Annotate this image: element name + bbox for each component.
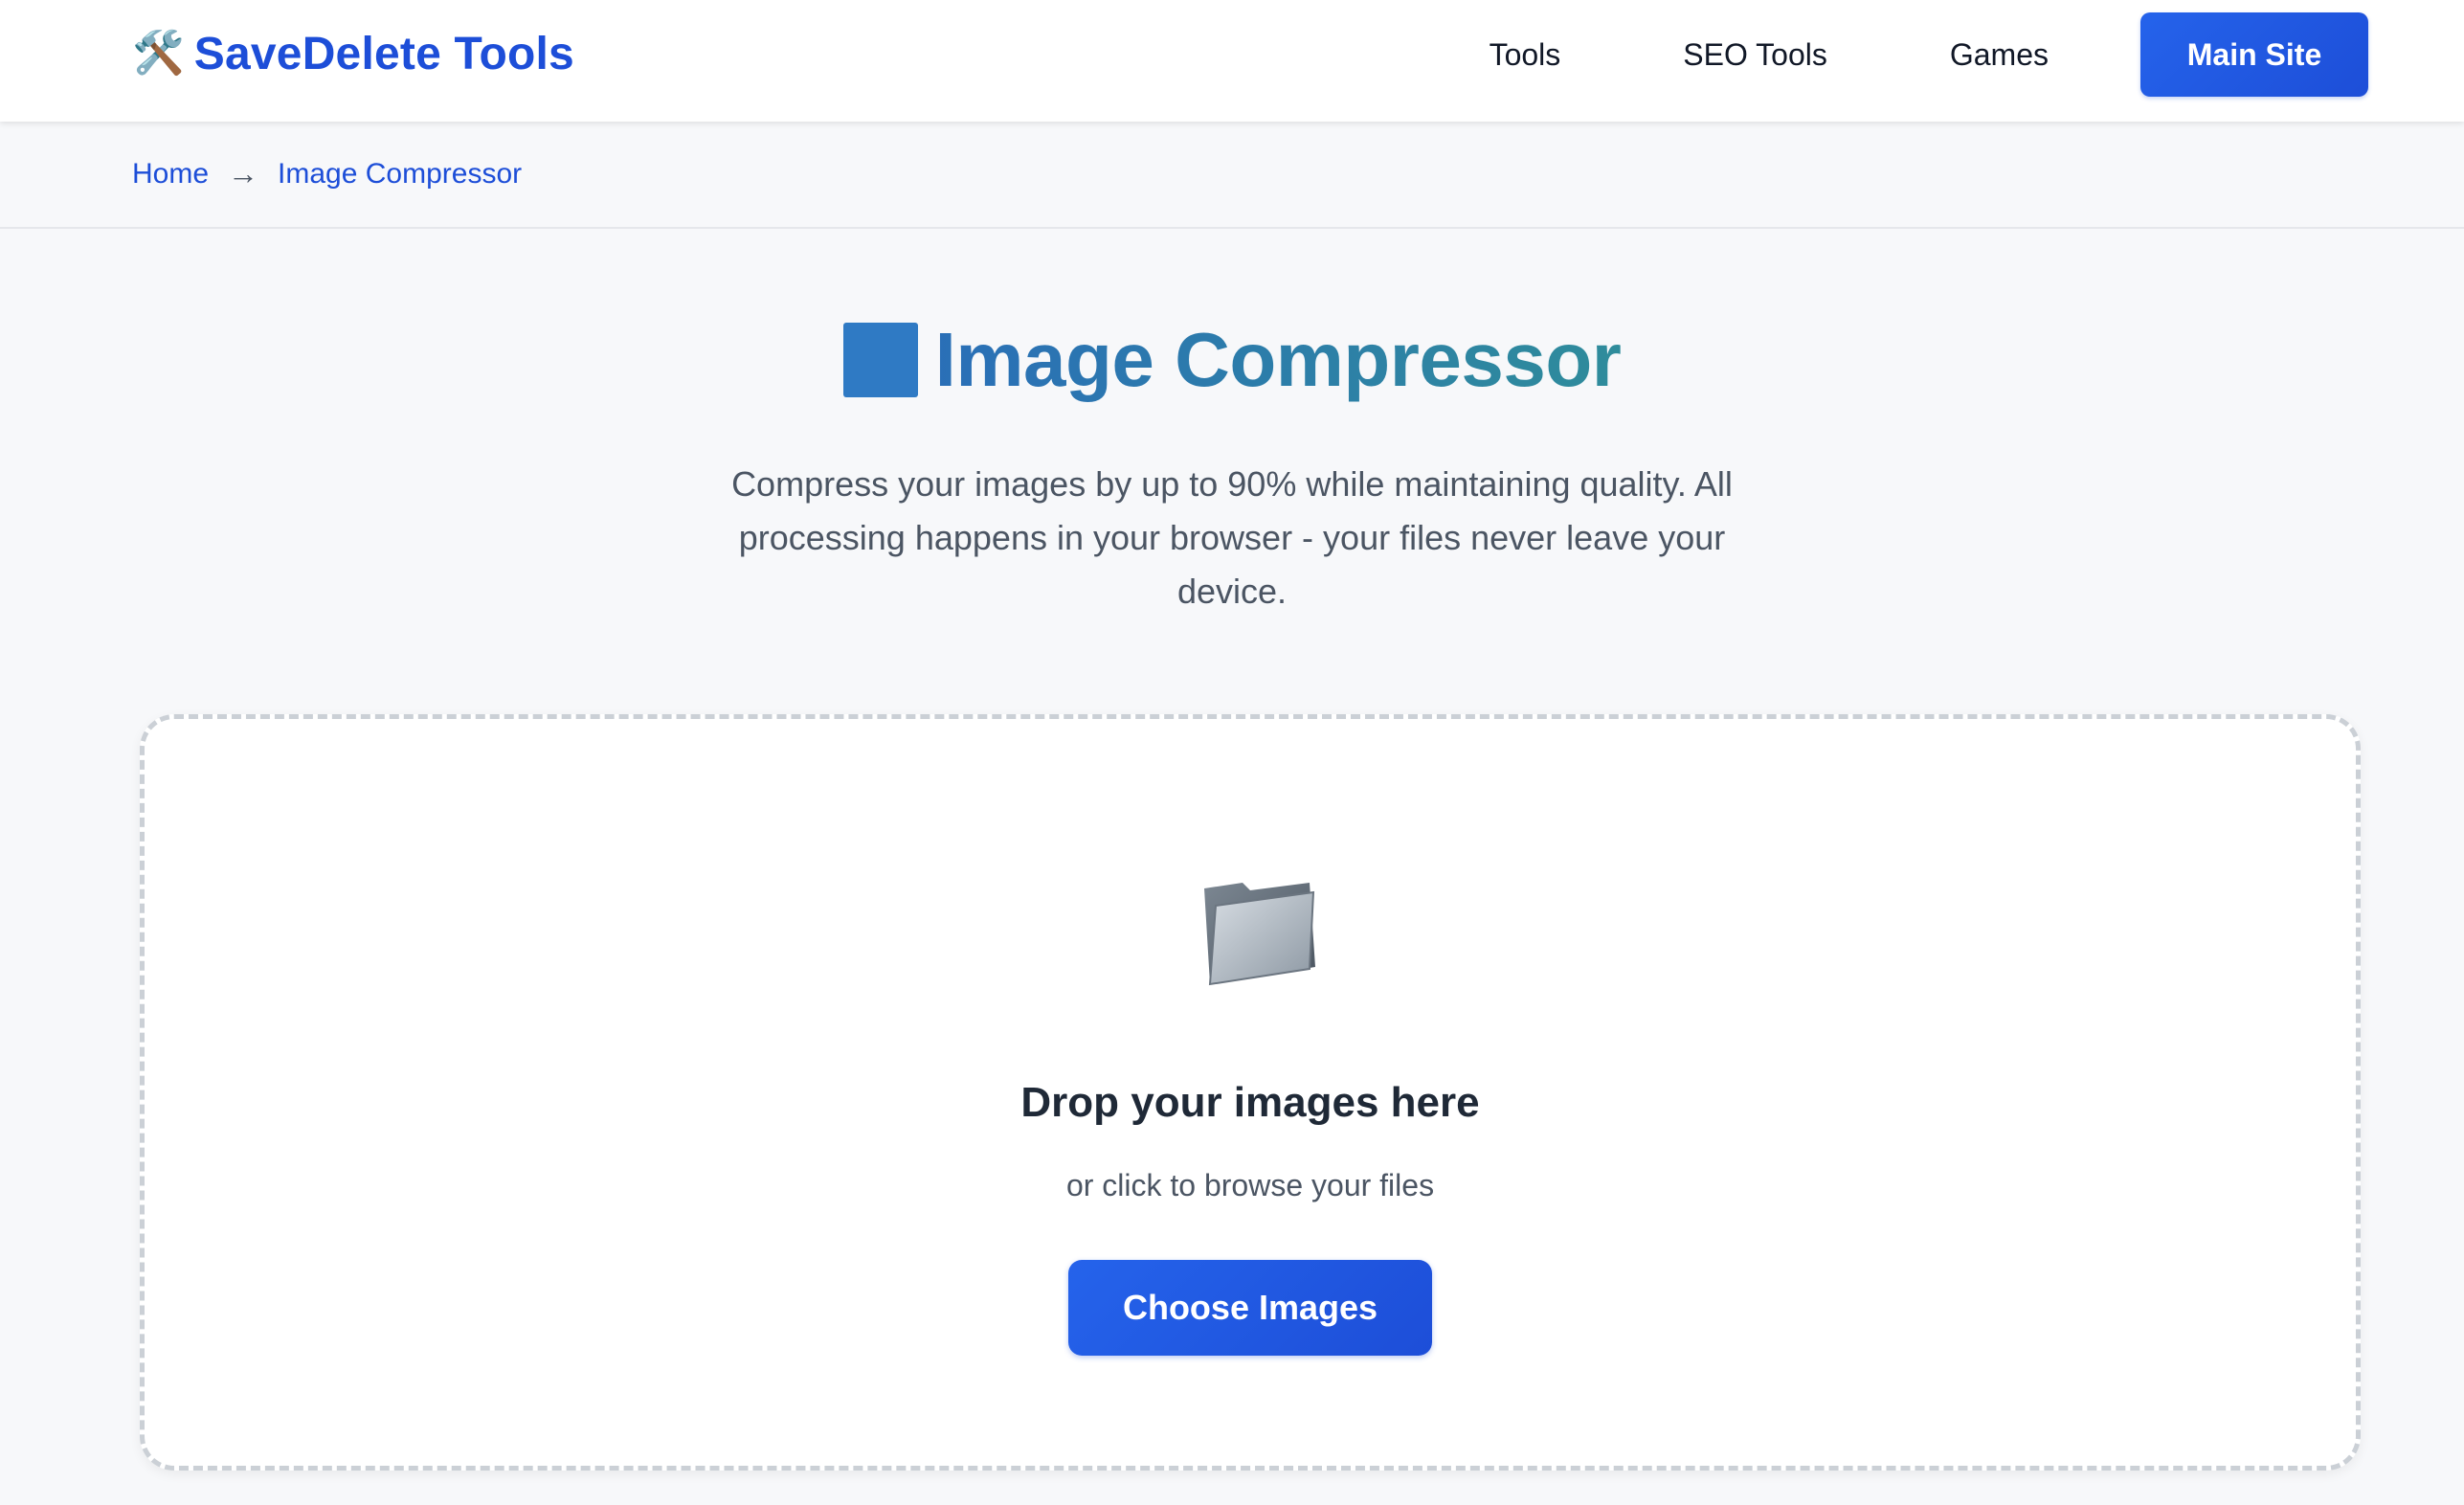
page-title-text: Image Compressor — [934, 317, 1622, 402]
breadcrumb-current: Image Compressor — [278, 157, 523, 190]
tools-icon: 🛠️ — [132, 30, 185, 77]
breadcrumb-home-link[interactable]: Home — [132, 158, 209, 191]
breadcrumb-arrow-icon: → — [228, 156, 259, 191]
nav-link-games[interactable]: Games — [1950, 37, 2049, 73]
breadcrumb-bar: Home → Image Compressor — [0, 122, 2464, 229]
main-site-button[interactable]: Main Site — [2140, 12, 2368, 97]
nav-link-tools[interactable]: Tools — [1490, 37, 1561, 73]
image-dropzone[interactable]: Drop your images here or click to browse… — [140, 714, 2361, 1471]
site-header: 🛠️ SaveDelete Tools Tools SEO Tools Game… — [0, 0, 2464, 122]
brand-logo-link[interactable]: 🛠️ SaveDelete Tools — [132, 24, 574, 83]
page-description: Compress your images by up to 90% while … — [731, 464, 1733, 611]
brand-name: SaveDelete Tools — [193, 28, 574, 79]
blue-square-icon — [842, 323, 918, 397]
choose-images-button[interactable]: Choose Images — [1068, 1260, 1432, 1356]
dropzone-title: Drop your images here — [1020, 1079, 1480, 1126]
page-title: Image Compressor — [0, 316, 2464, 404]
dropzone-subtitle: or click to browse your files — [1065, 1168, 1435, 1202]
nav-link-seo-tools[interactable]: SEO Tools — [1683, 37, 1827, 73]
main-nav: Tools SEO Tools Games Main Site — [1490, 12, 2368, 97]
breadcrumb: Home → Image Compressor — [132, 156, 522, 191]
folder-icon — [1204, 883, 1315, 986]
